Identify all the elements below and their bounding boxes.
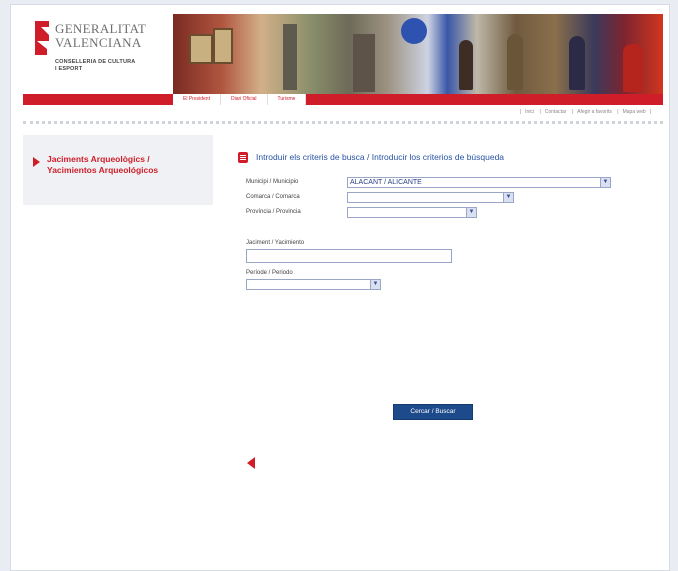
utility-favorits[interactable]: Afegir a favorits	[577, 109, 612, 115]
nav-turisme[interactable]: Turisme	[267, 94, 307, 105]
nav-el-president[interactable]: El President	[173, 94, 221, 105]
sidebar-item-jaciments[interactable]: Jaciments Arqueològics / Yacimientos Arq…	[47, 154, 197, 176]
header-banner-image	[173, 14, 663, 94]
comarca-label: Comarca / Comarca	[246, 194, 300, 200]
utility-inici[interactable]: Inici	[525, 109, 534, 115]
provincia-label: Província / Provincia	[246, 209, 301, 215]
utility-mapa-web[interactable]: Mapa web	[623, 109, 646, 115]
periode-select[interactable]: ▼	[246, 279, 381, 290]
periode-label: Període / Periodo	[246, 270, 293, 276]
utility-contactar[interactable]: Contactar	[545, 109, 567, 115]
generalitat-emblem-icon	[35, 21, 49, 55]
form-icon	[238, 152, 248, 163]
municipio-value: ALACANT / ALICANTE	[350, 179, 422, 186]
header-red-bar	[23, 94, 663, 105]
dome-shape	[401, 18, 427, 44]
chevron-down-icon[interactable]: ▼	[600, 178, 610, 187]
dancer-shape	[623, 44, 643, 92]
generalitat-logo[interactable]: GENERALITAT VALENCIANA CONSELLERIA DE CU…	[33, 19, 163, 91]
form-title: Introduir els criteris de busca / Introd…	[256, 152, 505, 162]
comarca-select[interactable]: ▼	[347, 192, 514, 203]
jaciment-input[interactable]	[246, 249, 452, 263]
tower-shape	[283, 24, 297, 90]
arrow-right-icon	[33, 157, 40, 167]
sidebar: Jaciments Arqueològics / Yacimientos Arq…	[23, 135, 213, 205]
figure-shape	[507, 34, 523, 90]
painting-shape	[189, 34, 213, 64]
painting-shape	[213, 28, 233, 64]
municipio-select[interactable]: ALACANT / ALICANTE ▼	[347, 177, 611, 188]
chevron-down-icon[interactable]: ▼	[466, 208, 476, 217]
logo-line-2: VALENCIANA	[55, 35, 142, 50]
search-button[interactable]: Cercar / Buscar	[393, 404, 473, 420]
chevron-down-icon[interactable]: ▼	[503, 193, 513, 202]
page: GENERALITAT VALENCIANA CONSELLERIA DE CU…	[10, 4, 670, 571]
municipio-label: Municipi / Municipio	[246, 179, 299, 185]
mountain-shape	[353, 34, 375, 92]
top-navigation: El President Diari Oficial Turisme	[173, 94, 307, 105]
utility-links: | Inici | Contactar | Afegir a favorits | Ma…	[519, 109, 651, 115]
figure-shape	[459, 40, 473, 90]
jaciment-label: Jaciment / Yacimiento	[246, 240, 305, 246]
figure-shape	[569, 36, 585, 90]
nav-diari-oficial[interactable]: Diari Oficial	[220, 94, 268, 105]
chevron-down-icon[interactable]: ▼	[370, 280, 380, 289]
back-arrow-icon[interactable]	[247, 457, 255, 469]
logo-department-2: I ESPORT	[55, 66, 83, 72]
logo-department-1: CONSELLERIA DE CULTURA	[55, 59, 136, 65]
provincia-select[interactable]: ▼	[347, 207, 477, 218]
